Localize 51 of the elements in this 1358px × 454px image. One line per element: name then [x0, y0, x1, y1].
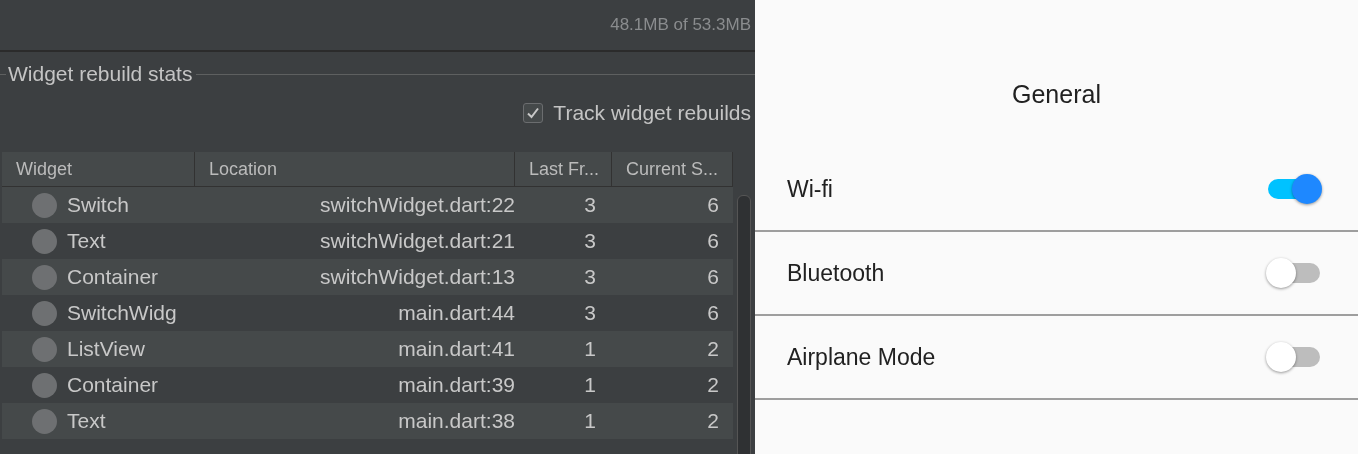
memory-usage: 48.1MB of 53.3MB — [610, 15, 751, 35]
setting-label: Bluetooth — [787, 259, 885, 287]
circle-icon — [32, 336, 57, 362]
table-cell: 1 — [584, 373, 596, 396]
table-cell: main.dart:44 — [398, 301, 515, 324]
table-cell: Text — [67, 409, 106, 433]
table-cell: 1 — [584, 337, 596, 360]
table-cell: main.dart:41 — [398, 337, 515, 360]
circle-icon — [32, 372, 57, 398]
table-cell: SwitchWidg — [67, 301, 177, 325]
table-cell: 6 — [707, 301, 719, 324]
table-cell: Switch — [67, 193, 129, 217]
table-cell: 1 — [584, 409, 596, 432]
circle-icon — [32, 192, 57, 218]
circle-icon — [32, 300, 57, 326]
table-cell: ListView — [67, 337, 145, 361]
table-cell: main.dart:38 — [398, 409, 515, 432]
table-cell: Container — [67, 265, 159, 289]
table-cell: main.dart:39 — [398, 373, 515, 396]
table-cell: 3 — [584, 301, 596, 324]
table-cell: Container — [67, 373, 159, 397]
table-cell: 2 — [707, 409, 719, 432]
setting-label: Wi-fi — [787, 175, 833, 203]
table-cell: switchWidget.dart:22 — [320, 193, 515, 216]
column-header[interactable]: Current S... — [612, 152, 733, 186]
table-cell: 2 — [707, 337, 719, 360]
setting-label: Airplane Mode — [787, 343, 936, 371]
circle-icon — [32, 408, 57, 434]
toggle-switch[interactable] — [1266, 342, 1322, 372]
table-cell: 6 — [707, 193, 719, 216]
table-cell: 2 — [707, 373, 719, 396]
table-cell: switchWidget.dart:13 — [320, 265, 515, 288]
toggle-switch[interactable] — [1266, 174, 1322, 204]
table-cell: switchWidget.dart:21 — [320, 229, 515, 252]
table-cell: 6 — [707, 265, 719, 288]
toggle-switch[interactable] — [1266, 258, 1322, 288]
page-title: General — [1012, 80, 1101, 108]
circle-icon — [32, 264, 57, 290]
section-title: Widget rebuild stats — [7, 62, 194, 86]
checkbox[interactable] — [523, 103, 544, 123]
table-cell: 3 — [584, 193, 596, 216]
table-cell: Text — [67, 229, 106, 253]
checkbox-label[interactable]: Track widget rebuilds — [553, 101, 751, 125]
table-cell: 3 — [584, 265, 596, 288]
column-header[interactable]: Location — [195, 152, 515, 186]
circle-icon — [32, 228, 57, 254]
table-cell: 6 — [707, 229, 719, 252]
table-cell: 3 — [584, 229, 596, 252]
column-header[interactable]: Widget — [2, 152, 195, 186]
column-header[interactable]: Last Fr... — [515, 152, 612, 186]
scrollbar[interactable] — [737, 195, 751, 454]
